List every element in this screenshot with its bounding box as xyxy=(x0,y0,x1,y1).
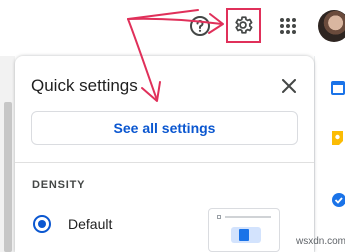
apps-grid-icon xyxy=(280,18,296,34)
settings-highlight-box xyxy=(226,8,261,43)
panel-title: Quick settings xyxy=(31,76,138,95)
close-icon xyxy=(282,79,296,93)
scrollbar[interactable] xyxy=(4,102,12,252)
top-bar xyxy=(0,0,345,56)
apps-button[interactable] xyxy=(273,11,303,41)
tasks-icon[interactable] xyxy=(330,192,345,208)
help-button[interactable] xyxy=(185,11,215,41)
screenshot: Quick settings See all settings DENSITY … xyxy=(0,0,345,252)
help-icon xyxy=(190,16,210,36)
row-preview xyxy=(225,216,271,218)
mail-list-edge xyxy=(0,56,15,252)
divider xyxy=(15,162,314,163)
close-button[interactable] xyxy=(277,74,301,98)
doc-icon xyxy=(239,229,249,241)
quick-settings-panel: Quick settings See all settings DENSITY … xyxy=(15,56,314,252)
radio-selected-dot xyxy=(38,220,46,228)
density-section-label: DENSITY xyxy=(32,179,86,191)
density-default-radio[interactable] xyxy=(33,215,51,233)
calendar-icon[interactable] xyxy=(330,80,345,96)
density-preview-thumbnail xyxy=(208,208,280,252)
account-avatar[interactable] xyxy=(318,10,345,42)
checkbox-preview xyxy=(217,215,221,219)
see-all-settings-button[interactable]: See all settings xyxy=(31,111,298,145)
keep-icon[interactable] xyxy=(330,130,345,146)
density-default-label[interactable]: Default xyxy=(68,216,112,232)
watermark: wsxdn.com xyxy=(296,236,345,247)
